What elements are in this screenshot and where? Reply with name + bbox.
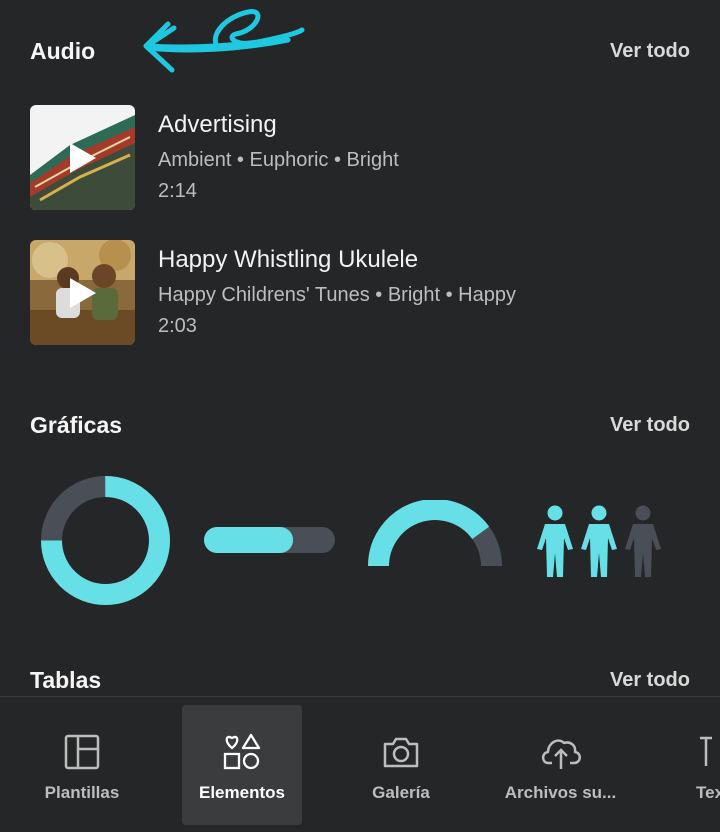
person-icon <box>581 505 617 577</box>
gauge-graphic[interactable] <box>368 500 502 570</box>
text-icon <box>700 736 712 766</box>
graphics-section-title: Gráficas <box>30 412 123 438</box>
person-icon <box>537 505 573 577</box>
audio-section-header: Audio Ver todo <box>30 38 690 65</box>
graphics-section-header: Gráficas Ver todo <box>30 412 690 439</box>
audio-track-title: Advertising <box>158 111 277 138</box>
audio-thumbnail[interactable] <box>30 240 135 345</box>
play-icon[interactable] <box>68 141 98 175</box>
tables-section-title: Tablas <box>30 667 102 693</box>
nav-item-templates[interactable]: Plantillas <box>22 705 142 825</box>
donut-chart-graphic[interactable] <box>40 475 171 606</box>
nav-label-templates: Plantillas <box>44 783 120 802</box>
audio-track-item[interactable]: Advertising Ambient • Euphoric • Bright … <box>30 105 700 211</box>
audio-track-title: Happy Whistling Ukulele <box>158 246 419 273</box>
audio-track-duration: 2:03 <box>158 315 197 337</box>
graphics-see-all-link[interactable]: Ver todo <box>610 414 690 437</box>
elements-icon <box>223 733 261 770</box>
nav-item-elements[interactable]: Elementos <box>182 705 302 825</box>
nav-item-uploads[interactable]: Archivos su... <box>494 705 627 825</box>
play-icon[interactable] <box>68 276 98 310</box>
templates-icon <box>64 734 100 770</box>
graphics-row <box>0 470 720 610</box>
bottom-navigation-bar: Plantillas Elementos Galería Archivos su… <box>0 696 720 832</box>
person-icon <box>625 505 661 577</box>
tables-section-header: Tablas Ver todo <box>30 667 690 694</box>
audio-track-tags: Happy Childrens' Tunes • Bright • Happy <box>158 284 516 306</box>
audio-track-item[interactable]: Happy Whistling Ukulele Happy Childrens'… <box>30 240 700 346</box>
nav-label-gallery: Galería <box>372 783 430 802</box>
progress-bar-graphic[interactable] <box>204 527 335 553</box>
tables-see-all-link[interactable]: Ver todo <box>610 669 690 692</box>
nav-label-uploads: Archivos su... <box>504 783 617 802</box>
cloud-upload-icon <box>541 739 581 769</box>
camera-icon <box>383 737 419 768</box>
audio-track-duration: 2:14 <box>158 180 197 202</box>
people-pictogram-graphic[interactable] <box>535 505 665 579</box>
nav-item-gallery[interactable]: Galería <box>341 705 461 825</box>
nav-label-text: Tex <box>696 783 720 802</box>
nav-item-text[interactable]: Tex <box>672 705 720 825</box>
audio-thumbnail[interactable] <box>30 105 135 210</box>
nav-label-elements: Elementos <box>199 783 285 802</box>
audio-track-tags: Ambient • Euphoric • Bright <box>158 149 399 171</box>
audio-section-title: Audio <box>30 38 96 64</box>
audio-see-all-link[interactable]: Ver todo <box>610 40 690 63</box>
